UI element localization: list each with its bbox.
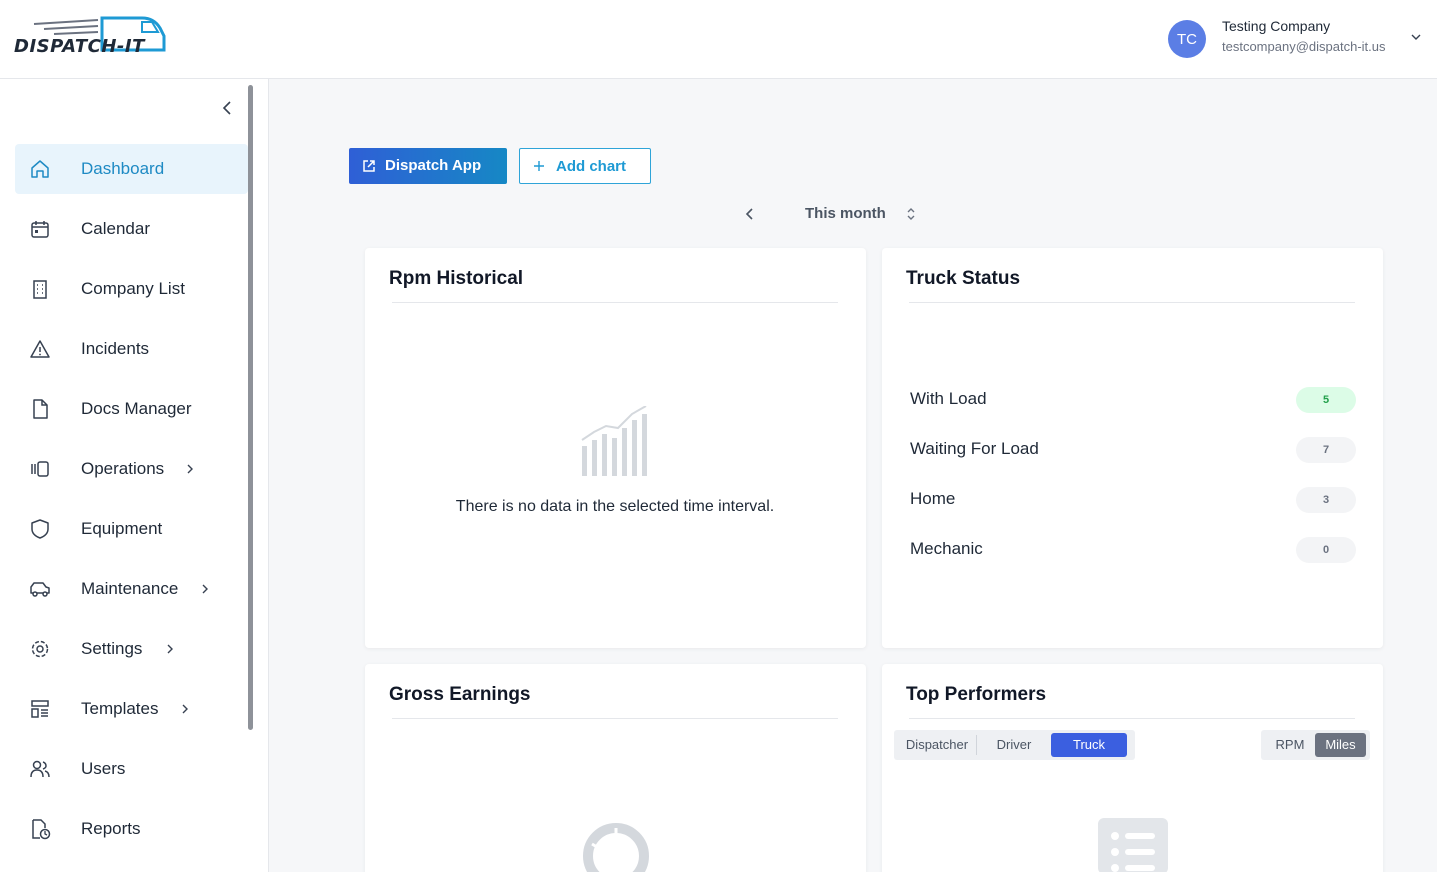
tab-dispatcher[interactable]: Dispatcher <box>898 733 976 757</box>
card-divider <box>392 302 838 303</box>
sidebar-item-templates[interactable]: Templates <box>15 684 248 734</box>
sidebar-item-equipment[interactable]: Equipment <box>15 504 248 554</box>
status-count-badge: 5 <box>1296 387 1356 413</box>
sidebar-item-settings[interactable]: Settings <box>15 624 248 674</box>
rpm-historical-card: Rpm Historical There is no data in the s… <box>365 248 866 648</box>
status-row: With Load 5 <box>910 387 1356 413</box>
card-title: Gross Earnings <box>389 684 531 705</box>
truck-status-card: Truck Status With Load 5 Waiting For Loa… <box>882 248 1383 648</box>
document-icon <box>33 399 48 419</box>
status-count-badge: 7 <box>1296 437 1356 463</box>
dispatch-app-button[interactable]: Dispatch App <box>349 148 507 184</box>
sidebar-item-label: Operations <box>81 459 165 478</box>
shield-icon <box>31 519 49 539</box>
sidebar-item-label: Calendar <box>81 219 150 238</box>
users-icon <box>30 760 50 778</box>
sidebar-item-label: Users <box>81 759 126 778</box>
tab-truck[interactable]: Truck <box>1051 733 1127 757</box>
status-label: Mechanic <box>910 539 983 558</box>
card-divider <box>909 718 1355 719</box>
chevron-right-icon <box>182 704 188 714</box>
add-chart-label: Add chart <box>556 158 627 175</box>
external-link-icon <box>363 160 375 172</box>
user-menu[interactable]: TC Testing Company testcompany@dispatch-… <box>1147 0 1437 79</box>
logo-text: DISPATCH-IT <box>14 36 145 57</box>
sidebar-item-label: Company List <box>81 279 185 298</box>
period-select[interactable]: This month <box>805 205 886 222</box>
card-title: Top Performers <box>906 684 1047 705</box>
add-chart-button[interactable]: Add chart <box>519 148 651 184</box>
gear-icon <box>31 640 49 658</box>
previous-period-icon[interactable] <box>742 206 758 222</box>
chevron-right-icon <box>202 584 208 594</box>
metric-miles[interactable]: Miles <box>1315 733 1366 757</box>
status-label: With Load <box>910 389 987 408</box>
home-icon <box>31 160 49 178</box>
sidebar-item-label: Templates <box>81 699 159 718</box>
collapse-sidebar-icon[interactable] <box>218 99 236 117</box>
dispatch-it-logo[interactable]: DISPATCH-IT <box>14 14 169 60</box>
card-title: Truck Status <box>906 268 1021 289</box>
sidebar-item-label: Settings <box>81 639 143 658</box>
sidebar-item-company-list[interactable]: Company List <box>15 264 248 314</box>
sidebar-item-label: Incidents <box>81 339 150 358</box>
avatar[interactable]: TC <box>1168 20 1206 58</box>
chevron-down-icon[interactable] <box>1409 30 1423 44</box>
operations-icon <box>31 461 49 477</box>
empty-state-text: There is no data in the selected time in… <box>455 498 775 515</box>
user-email: testcompany@dispatch-it.us <box>1222 39 1386 54</box>
gross-earnings-card: Gross Earnings <box>365 664 866 872</box>
top-bar: DISPATCH-IT TC Testing Company testcompa… <box>0 0 1437 79</box>
sidebar-item-operations[interactable]: Operations <box>15 444 248 494</box>
sidebar-item-label: Maintenance <box>81 579 179 598</box>
calendar-icon <box>31 221 49 238</box>
top-performers-card: Top Performers Dispatcher Driver Truck R… <box>882 664 1383 872</box>
sidebar: Dashboard Calendar Company List Incident… <box>0 79 269 872</box>
status-count-badge: 3 <box>1296 487 1356 513</box>
sidebar-item-reports[interactable]: Reports <box>15 804 248 854</box>
sort-icon[interactable] <box>905 207 917 221</box>
sidebar-item-calendar[interactable]: Calendar <box>15 204 248 254</box>
report-icon <box>32 819 51 840</box>
sidebar-item-maintenance[interactable]: Maintenance <box>15 564 248 614</box>
metric-toggle: RPM Miles <box>1261 730 1370 760</box>
card-title: Rpm Historical <box>389 268 524 289</box>
performer-type-toggle: Dispatcher Driver Truck <box>894 730 1135 760</box>
empty-chart-icon <box>581 406 647 476</box>
sidebar-item-users[interactable]: Users <box>15 744 248 794</box>
sidebar-item-label: Equipment <box>81 519 163 538</box>
template-icon <box>31 700 49 718</box>
status-row: Mechanic 0 <box>910 537 1356 563</box>
status-count-badge: 0 <box>1296 537 1356 563</box>
card-divider <box>392 718 838 719</box>
metric-rpm[interactable]: RPM <box>1265 733 1315 757</box>
status-row: Waiting For Load 7 <box>910 437 1356 463</box>
sidebar-item-label: Docs Manager <box>81 399 192 418</box>
empty-list-icon <box>1098 818 1168 872</box>
dispatch-app-label: Dispatch App <box>385 157 482 174</box>
tab-driver[interactable]: Driver <box>977 733 1051 757</box>
status-label: Waiting For Load <box>910 439 1039 458</box>
sidebar-nav: Dashboard Calendar Company List Incident… <box>15 144 248 864</box>
building-icon <box>33 280 47 299</box>
sidebar-item-incidents[interactable]: Incidents <box>15 324 248 374</box>
chevron-right-icon <box>187 464 193 474</box>
warning-icon <box>30 340 50 358</box>
sidebar-item-docs-manager[interactable]: Docs Manager <box>15 384 248 434</box>
truck-icon <box>30 582 50 597</box>
sidebar-scrollbar[interactable] <box>248 85 253 730</box>
card-divider <box>909 302 1355 303</box>
sidebar-item-dashboard[interactable]: Dashboard <box>15 144 248 194</box>
status-label: Home <box>910 489 956 508</box>
user-name: Testing Company <box>1222 18 1331 34</box>
plus-icon <box>534 161 544 171</box>
empty-donut-chart-icon <box>583 823 649 872</box>
sidebar-item-label: Reports <box>81 819 141 838</box>
sidebar-item-label: Dashboard <box>81 159 165 178</box>
status-row: Home 3 <box>910 487 1356 513</box>
chevron-right-icon <box>167 644 173 654</box>
